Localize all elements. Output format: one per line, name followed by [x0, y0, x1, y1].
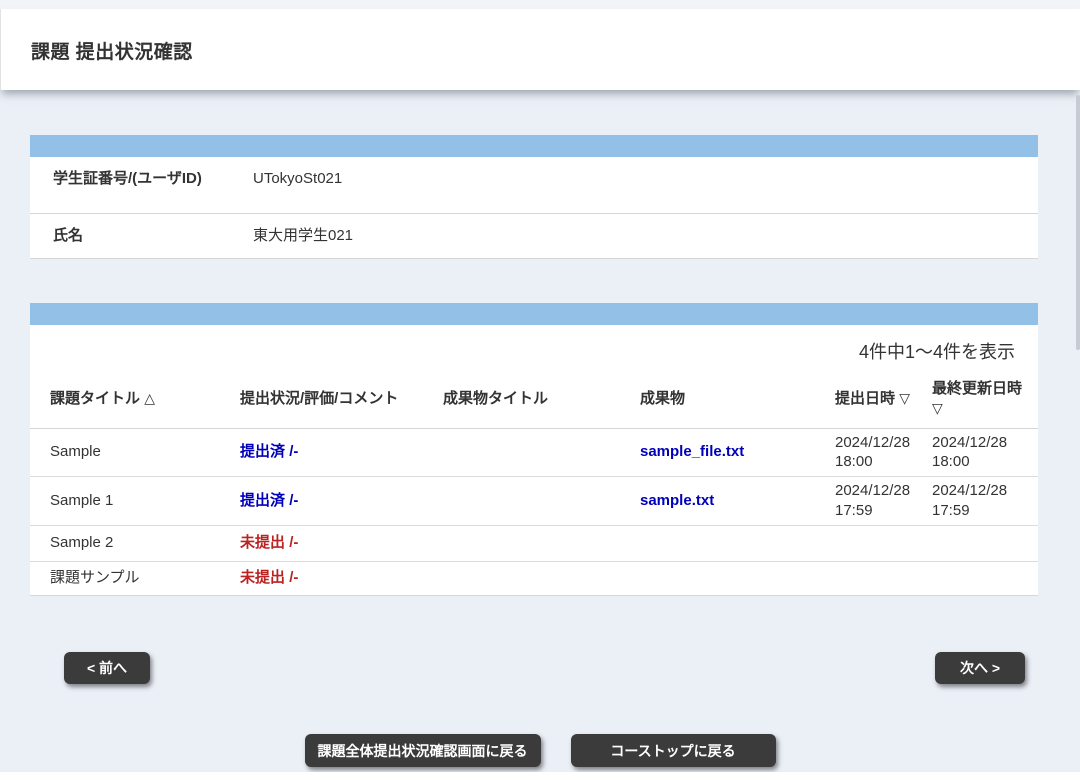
column-header-submitted-at: 提出日時 ▽: [835, 370, 932, 428]
assignments-table: 課題タイトル △ 提出状況/評価/コメント 成果物タイトル 成果物 提出日時 ▽…: [30, 370, 1038, 596]
student-id-value: UTokyoSt021: [253, 157, 342, 213]
artifact-cell: sample_file.txt: [640, 428, 835, 476]
assignment-row: 課題サンプル 未提出 /-: [30, 561, 1038, 595]
artifact-cell: [640, 525, 835, 561]
bottom-strip: [0, 772, 1080, 781]
artifact-title-cell: [443, 476, 640, 525]
column-header-title-label: 課題タイトル: [50, 390, 140, 407]
table-accent-bar: [30, 303, 1038, 325]
artifact-file-link[interactable]: sample.txt: [640, 492, 714, 509]
updated-date: [932, 525, 1038, 561]
page-header: 課題 提出状況確認: [0, 9, 1080, 90]
sort-descending-icon[interactable]: ▽: [899, 390, 910, 406]
artifact-title-cell: [443, 525, 640, 561]
assignment-status-cell: 提出済 /-: [240, 428, 443, 476]
assignment-title: Sample 1: [30, 476, 240, 525]
updated-date: [932, 561, 1038, 595]
submitted-date: [835, 561, 932, 595]
assignment-status-cell: 提出済 /-: [240, 476, 443, 525]
updated-date: 2024/12/28 17:59: [932, 476, 1038, 525]
assignment-title: Sample 2: [30, 525, 240, 561]
grade-text: /-: [289, 534, 298, 551]
student-name-label: 氏名: [30, 214, 253, 258]
sort-ascending-icon[interactable]: △: [144, 390, 155, 406]
grade-text: /-: [289, 443, 298, 460]
artifact-cell: [640, 561, 835, 595]
table-accent-bar: [30, 135, 1038, 157]
student-name-row: 氏名 東大用学生021: [30, 214, 1038, 259]
assignment-status-cell: 未提出 /-: [240, 525, 443, 561]
column-header-artifact: 成果物: [640, 370, 835, 428]
artifact-file-link[interactable]: sample_file.txt: [640, 443, 744, 460]
result-count-text: 4件中1〜4件を表示: [30, 325, 1038, 370]
assignments-panel: 4件中1〜4件を表示 課題タイトル △ 提出状況/評価/コメント 成果物タイトル…: [30, 303, 1038, 596]
artifact-cell: sample.txt: [640, 476, 835, 525]
column-header-status: 提出状況/評価/コメント: [240, 370, 443, 428]
grade-text: /-: [289, 569, 298, 586]
top-strip: [0, 0, 1080, 9]
column-header-artifact-title: 成果物タイトル: [443, 370, 640, 428]
submitted-date: [835, 525, 932, 561]
page-title: 課題 提出状況確認: [31, 37, 193, 64]
column-header-updated-label: 最終更新日時: [932, 380, 1022, 397]
table-header-row: 課題タイトル △ 提出状況/評価/コメント 成果物タイトル 成果物 提出日時 ▽…: [30, 370, 1038, 428]
artifact-title-cell: [443, 561, 640, 595]
assignment-row: Sample 2 未提出 /-: [30, 525, 1038, 561]
student-name-value: 東大用学生021: [253, 214, 353, 258]
assignment-status-cell: 未提出 /-: [240, 561, 443, 595]
grade-text: /-: [289, 492, 298, 509]
submitted-date: 2024/12/28 18:00: [835, 428, 932, 476]
submission-status-text: 未提出: [240, 534, 285, 551]
student-id-label: 学生証番号/(ユーザID): [30, 157, 253, 213]
assignment-title: Sample: [30, 428, 240, 476]
assignment-row: Sample 提出済 /- sample_file.txt 2024/12/28…: [30, 428, 1038, 476]
footer-button-row: 課題全体提出状況確認画面に戻る コーストップに戻る: [0, 734, 1080, 767]
updated-date: 2024/12/28 18:00: [932, 428, 1038, 476]
assignment-title: 課題サンプル: [30, 561, 240, 595]
next-page-button[interactable]: 次へ >: [935, 652, 1025, 684]
student-info-panel: 学生証番号/(ユーザID) UTokyoSt021 氏名 東大用学生021: [30, 135, 1038, 259]
student-id-row: 学生証番号/(ユーザID) UTokyoSt021: [30, 157, 1038, 214]
column-header-submitted-label: 提出日時: [835, 390, 895, 407]
column-header-updated-at: 最終更新日時 ▽: [932, 370, 1038, 428]
assignment-row: Sample 1 提出済 /- sample.txt 2024/12/28 17…: [30, 476, 1038, 525]
submission-status-link[interactable]: 提出済: [240, 443, 285, 460]
artifact-title-cell: [443, 428, 640, 476]
submission-status-text: 未提出: [240, 569, 285, 586]
back-to-course-top-button[interactable]: コーストップに戻る: [571, 734, 776, 767]
column-header-title: 課題タイトル △: [30, 370, 240, 428]
sort-descending-icon[interactable]: ▽: [932, 400, 943, 416]
submission-status-link[interactable]: 提出済: [240, 492, 285, 509]
back-to-overall-status-button[interactable]: 課題全体提出状況確認画面に戻る: [305, 734, 541, 767]
vertical-scrollbar[interactable]: [1076, 95, 1080, 350]
previous-page-button[interactable]: < 前へ: [64, 652, 150, 684]
submitted-date: 2024/12/28 17:59: [835, 476, 932, 525]
